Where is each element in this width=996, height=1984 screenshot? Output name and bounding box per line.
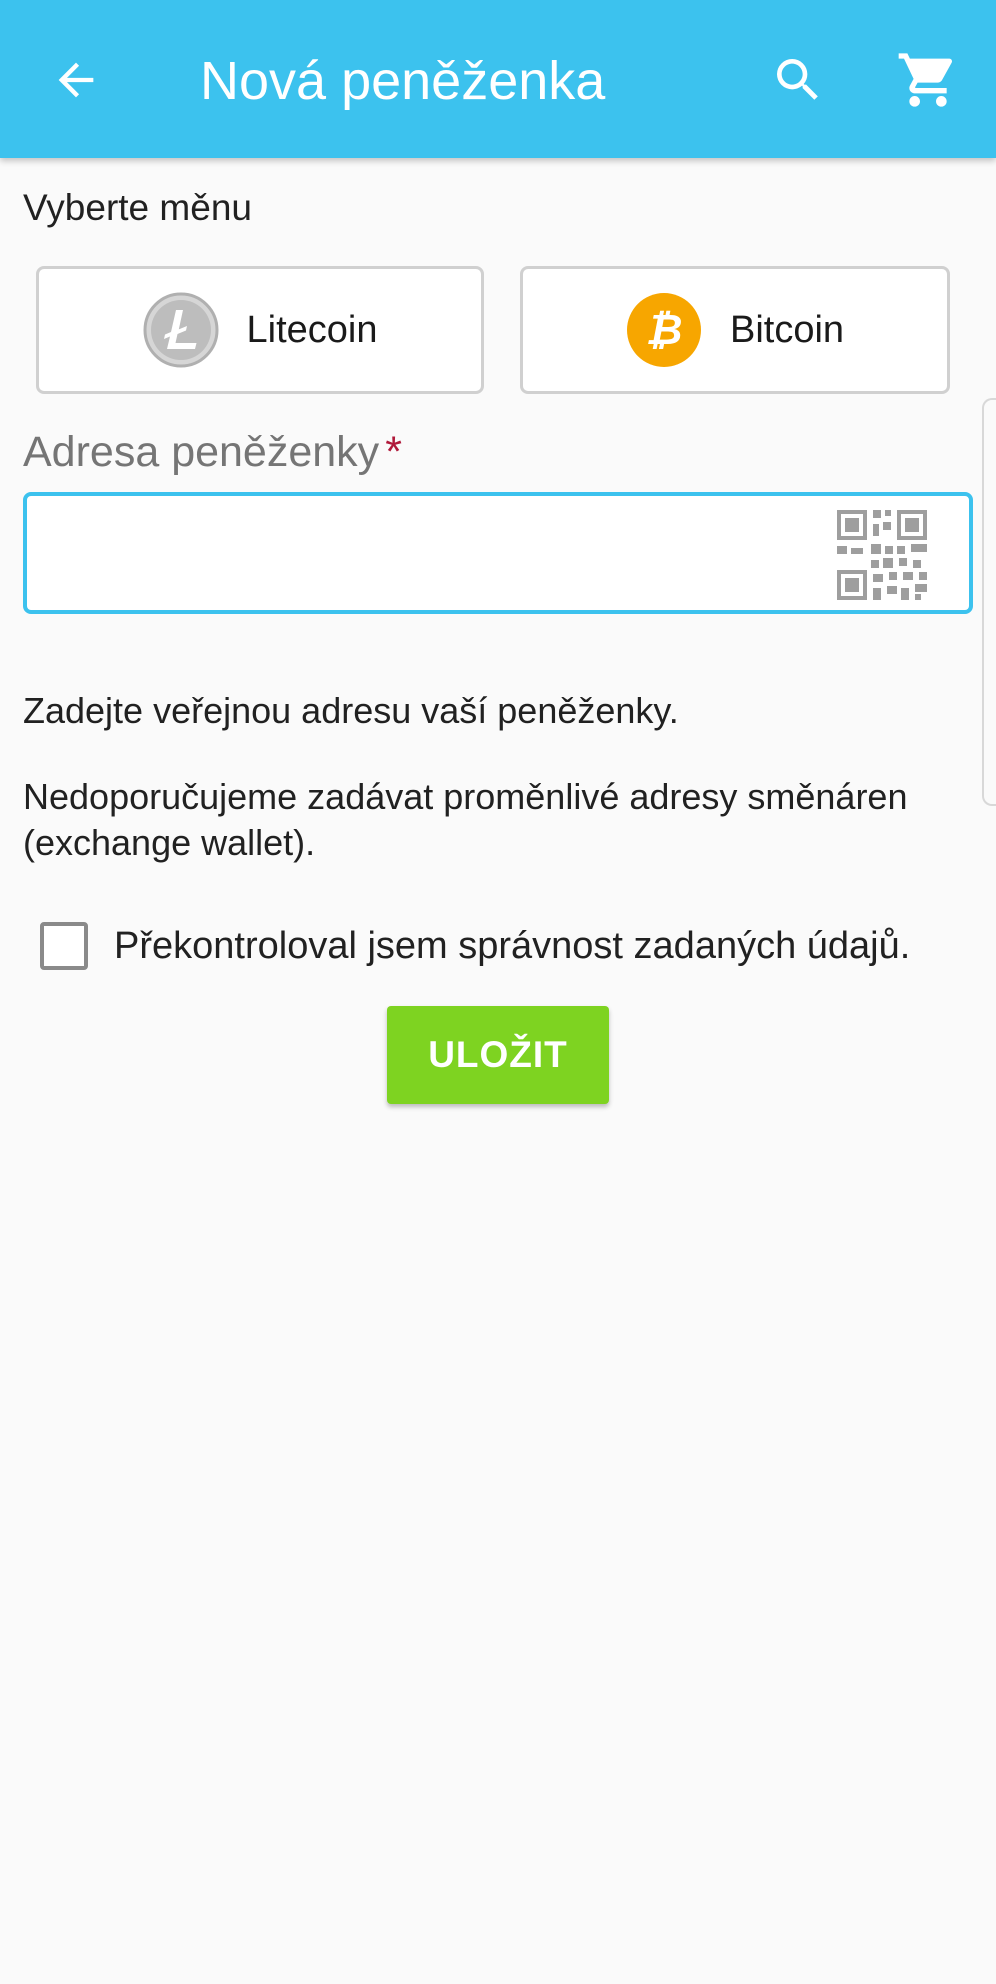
- help-text-address: Zadejte veřejnou adresu vaší peněženky.: [23, 690, 679, 731]
- currency-option-litecoin-label: Litecoin: [246, 308, 378, 351]
- confirm-row[interactable]: Překontroloval jsem správnost zadaných ú…: [40, 918, 910, 974]
- address-label-text: Adresa peněženky: [23, 428, 380, 476]
- app-toolbar: Nová peněženka: [0, 0, 996, 158]
- page-title: Nová peněženka: [200, 51, 606, 111]
- currency-option-bitcoin-label: Bitcoin: [729, 308, 845, 351]
- svg-text:₿: ₿: [646, 305, 683, 354]
- save-button[interactable]: ULOŽIT: [387, 1006, 609, 1104]
- back-button[interactable]: [44, 48, 108, 112]
- confirm-checkbox[interactable]: [40, 922, 88, 970]
- address-input[interactable]: [47, 516, 831, 592]
- bitcoin-icon: ₿: [626, 293, 701, 367]
- arrow-left-icon: [58, 62, 94, 98]
- required-asterisk: *: [385, 428, 402, 476]
- search-icon: [777, 59, 818, 100]
- scroll-indicator: [982, 398, 996, 806]
- currency-option-bitcoin[interactable]: ₿ Bitcoin: [520, 266, 950, 394]
- address-label: Adresa peněženky *: [23, 424, 402, 480]
- litecoin-icon: [143, 292, 218, 368]
- address-field: [23, 492, 973, 614]
- qr-code-icon[interactable]: [835, 508, 929, 602]
- cart-icon: [898, 53, 953, 107]
- confirm-label: Překontroloval jsem správnost zadaných ú…: [114, 924, 911, 967]
- search-button[interactable]: [766, 48, 830, 112]
- cart-button[interactable]: [894, 46, 962, 114]
- help-text-exchange-warning: Nedoporučujeme zadávat proměnlivé adresy…: [23, 776, 908, 863]
- currency-select-label: Vyberte měnu: [23, 187, 252, 228]
- currency-option-litecoin[interactable]: Litecoin: [36, 266, 484, 394]
